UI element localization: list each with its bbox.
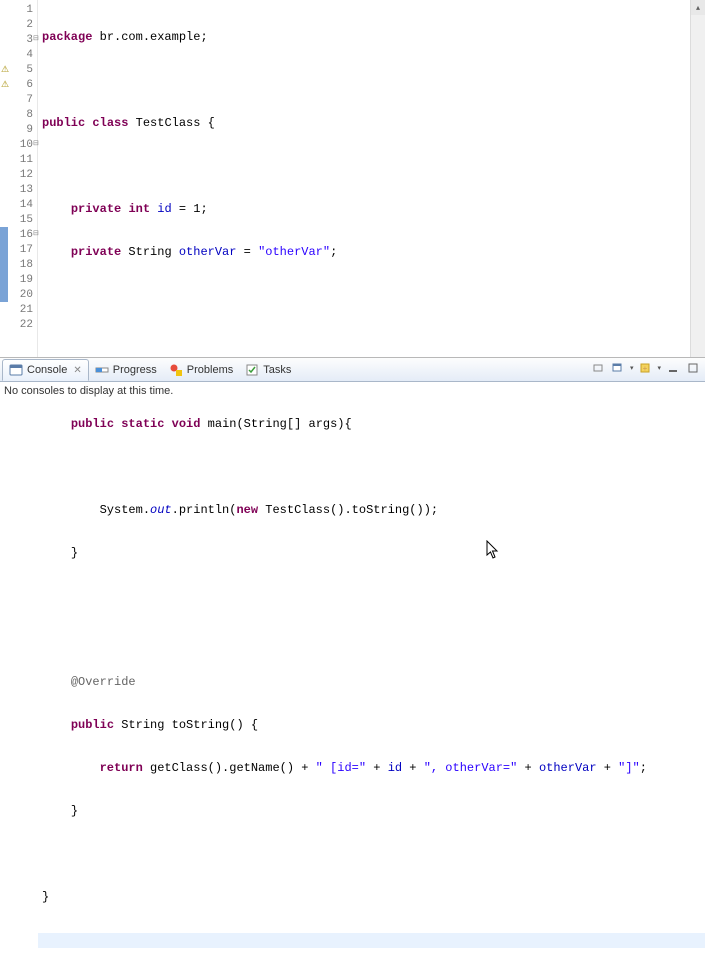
line-number: 19 xyxy=(0,272,37,287)
line-number: 1 xyxy=(0,2,37,17)
line-number: 21 xyxy=(0,302,37,317)
code-token: main(String[] args){ xyxy=(200,417,351,431)
line-number: 15 xyxy=(0,212,37,227)
line-number: 13 xyxy=(0,182,37,197)
code-token: static xyxy=(121,417,164,431)
code-content[interactable]: package br.com.example; public class Tes… xyxy=(38,0,705,357)
code-token: new xyxy=(236,503,258,517)
code-token: } xyxy=(42,890,49,904)
line-number: 2 xyxy=(0,17,37,32)
console-icon xyxy=(9,363,23,377)
tab-label: Problems xyxy=(187,364,233,376)
line-number: 17 xyxy=(0,242,37,257)
code-token: id xyxy=(388,761,402,775)
progress-icon xyxy=(95,363,109,377)
display-selected-console-button[interactable] xyxy=(610,360,626,376)
code-token: "otherVar" xyxy=(258,245,330,259)
code-token: otherVar xyxy=(179,245,237,259)
problems-icon xyxy=(169,363,183,377)
code-token: public xyxy=(71,417,114,431)
warning-icon[interactable]: ⚠ xyxy=(1,80,11,90)
change-marker xyxy=(0,242,8,257)
tab-label: Progress xyxy=(113,364,157,376)
change-marker xyxy=(0,257,8,272)
code-token: + xyxy=(597,761,619,775)
code-token: class xyxy=(92,116,128,130)
code-token: package xyxy=(42,30,92,44)
scroll-up-button[interactable]: ▴ xyxy=(691,0,705,15)
code-token: id xyxy=(157,202,171,216)
code-token: TestClass().toString()); xyxy=(258,503,438,517)
code-token: @Override xyxy=(71,675,136,689)
minimize-button[interactable] xyxy=(665,360,681,376)
line-number: 6⚠ xyxy=(0,77,37,92)
code-token: public xyxy=(42,116,85,130)
code-token: ", otherVar=" xyxy=(424,761,518,775)
code-token: getClass().getName() + xyxy=(143,761,316,775)
code-token: + xyxy=(402,761,424,775)
code-token: void xyxy=(172,417,201,431)
code-token: otherVar xyxy=(539,761,597,775)
views-tabbar: Console ✕ Progress Problems Tasks xyxy=(0,358,705,382)
line-number: 7 xyxy=(0,92,37,107)
code-token: public xyxy=(71,718,114,732)
code-token: "]" xyxy=(618,761,640,775)
code-token: System. xyxy=(100,503,150,517)
code-token: + xyxy=(517,761,539,775)
close-icon[interactable]: ✕ xyxy=(71,365,81,376)
line-gutter: 123⊟45⚠6⚠78910⊟111213141516⊟171819202122 xyxy=(0,0,38,357)
line-number: 18 xyxy=(0,257,37,272)
line-number: 10⊟ xyxy=(0,137,37,152)
change-marker xyxy=(0,227,8,242)
code-token: String xyxy=(121,245,179,259)
line-number: 5⚠ xyxy=(0,62,37,77)
line-number: 8 xyxy=(0,107,37,122)
line-number: 4 xyxy=(0,47,37,62)
line-number: 9 xyxy=(0,122,37,137)
dropdown-icon[interactable]: ▾ xyxy=(657,364,661,372)
code-token: private xyxy=(71,202,121,216)
code-token: br.com.example; xyxy=(92,30,207,44)
line-number: 12 xyxy=(0,167,37,182)
code-token: private xyxy=(71,245,121,259)
vertical-scrollbar[interactable]: ▴ xyxy=(690,0,705,357)
line-number: 11 xyxy=(0,152,37,167)
svg-text:+: + xyxy=(643,364,648,373)
code-token: out xyxy=(150,503,172,517)
line-number: 22 xyxy=(0,317,37,332)
change-marker xyxy=(0,272,8,287)
view-toolbar: ▾ + ▾ xyxy=(590,360,701,376)
maximize-button[interactable] xyxy=(685,360,701,376)
tab-label: Console xyxy=(27,364,67,376)
code-token: String toString() { xyxy=(114,718,258,732)
line-number: 3⊟ xyxy=(0,32,37,47)
pin-console-button[interactable] xyxy=(590,360,606,376)
code-token: ; xyxy=(640,761,647,775)
tab-tasks[interactable]: Tasks xyxy=(239,359,297,381)
line-number: 14 xyxy=(0,197,37,212)
code-token: } xyxy=(71,804,78,818)
tasks-icon xyxy=(245,363,259,377)
tab-problems[interactable]: Problems xyxy=(163,359,239,381)
code-token: " [id=" xyxy=(316,761,366,775)
code-token: + xyxy=(366,761,388,775)
code-editor[interactable]: 123⊟45⚠6⚠78910⊟111213141516⊟171819202122… xyxy=(0,0,705,357)
tab-console[interactable]: Console ✕ xyxy=(2,359,89,381)
line-number: 16⊟ xyxy=(0,227,37,242)
code-token: ; xyxy=(330,245,337,259)
code-token: = xyxy=(236,245,258,259)
warning-icon[interactable]: ⚠ xyxy=(1,65,11,75)
code-token: = 1; xyxy=(172,202,208,216)
line-number: 20 xyxy=(0,287,37,302)
code-token: TestClass { xyxy=(128,116,214,130)
dropdown-icon[interactable]: ▾ xyxy=(630,364,634,372)
tab-label: Tasks xyxy=(263,364,291,376)
code-token: .println( xyxy=(172,503,237,517)
code-token: } xyxy=(71,546,78,560)
change-marker xyxy=(0,287,8,302)
tab-progress[interactable]: Progress xyxy=(89,359,163,381)
open-console-button[interactable]: + xyxy=(637,360,653,376)
code-token: int xyxy=(128,202,150,216)
code-token: return xyxy=(100,761,143,775)
